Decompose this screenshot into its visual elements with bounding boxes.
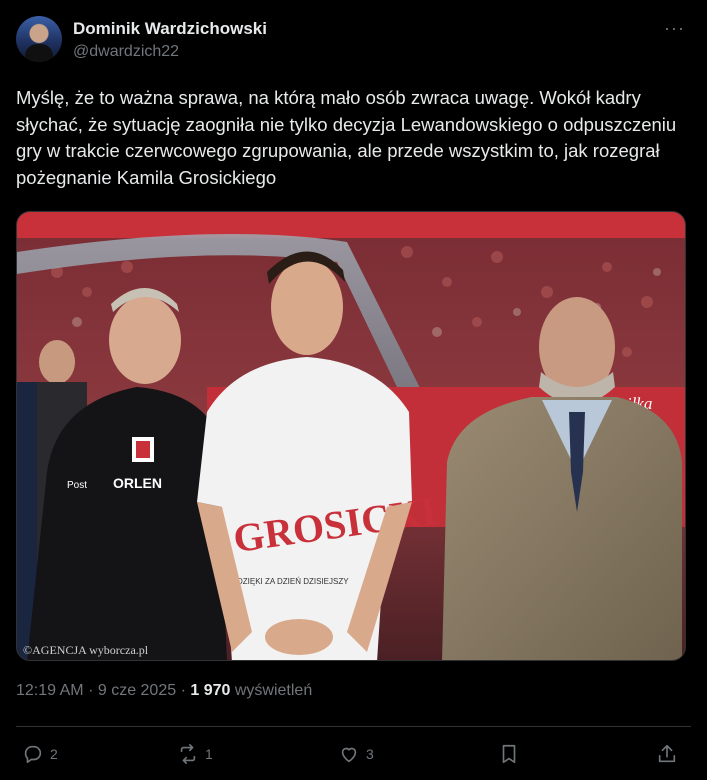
share-button[interactable] (656, 738, 678, 770)
tweet-text: Myślę, że to ważna sprawa, na którą mało… (16, 87, 677, 188)
reply-button[interactable]: 2 (22, 738, 58, 770)
like-button[interactable]: 3 (338, 738, 374, 770)
action-bar: 2 1 3 (0, 738, 707, 770)
tweet-time[interactable]: 12:19 AM (16, 682, 84, 699)
share-icon (658, 744, 676, 763)
sponsor-logo-2: Post (67, 480, 87, 491)
photo-illustration: as piłka ORLEN Post GROSICKI DZIĘKI ZA D… (17, 212, 685, 660)
tweet-meta: 12:19 AM · 9 cze 2025 · 1 970 wyświetleń (16, 682, 312, 700)
tweet-photo[interactable]: as piłka ORLEN Post GROSICKI DZIĘKI ZA D… (16, 211, 686, 661)
tweet: Dominik Wardzichowski @dwardzich22 ··· M… (0, 0, 707, 780)
author-handle[interactable]: @dwardzich22 (73, 43, 179, 61)
meta-separator: · (88, 682, 94, 699)
photo-watermark: ©AGENCJA wyborcza.pl (23, 643, 149, 657)
bookmark-icon (502, 744, 516, 764)
views-count: 1 970 (190, 682, 231, 699)
more-options-icon[interactable]: ··· (664, 18, 685, 39)
meta-separator: · (180, 682, 186, 699)
views-label: wyświetleń (234, 682, 313, 699)
tweet-date[interactable]: 9 cze 2025 (98, 682, 176, 699)
reply-count: 2 (50, 746, 58, 762)
shirt-subtext: DZIĘKI ZA DZIEŃ DZISIEJSZY (237, 577, 349, 586)
repost-icon (180, 744, 196, 764)
author-name[interactable]: Dominik Wardzichowski (73, 19, 267, 39)
like-count: 3 (366, 746, 374, 762)
sponsor-logo: ORLEN (113, 475, 162, 491)
repost-count: 1 (205, 746, 213, 762)
heart-icon (341, 747, 357, 763)
reply-icon (24, 745, 42, 764)
bookmark-button[interactable] (498, 738, 520, 770)
avatar[interactable] (16, 16, 62, 62)
divider (16, 726, 691, 727)
repost-button[interactable]: 1 (177, 738, 213, 770)
